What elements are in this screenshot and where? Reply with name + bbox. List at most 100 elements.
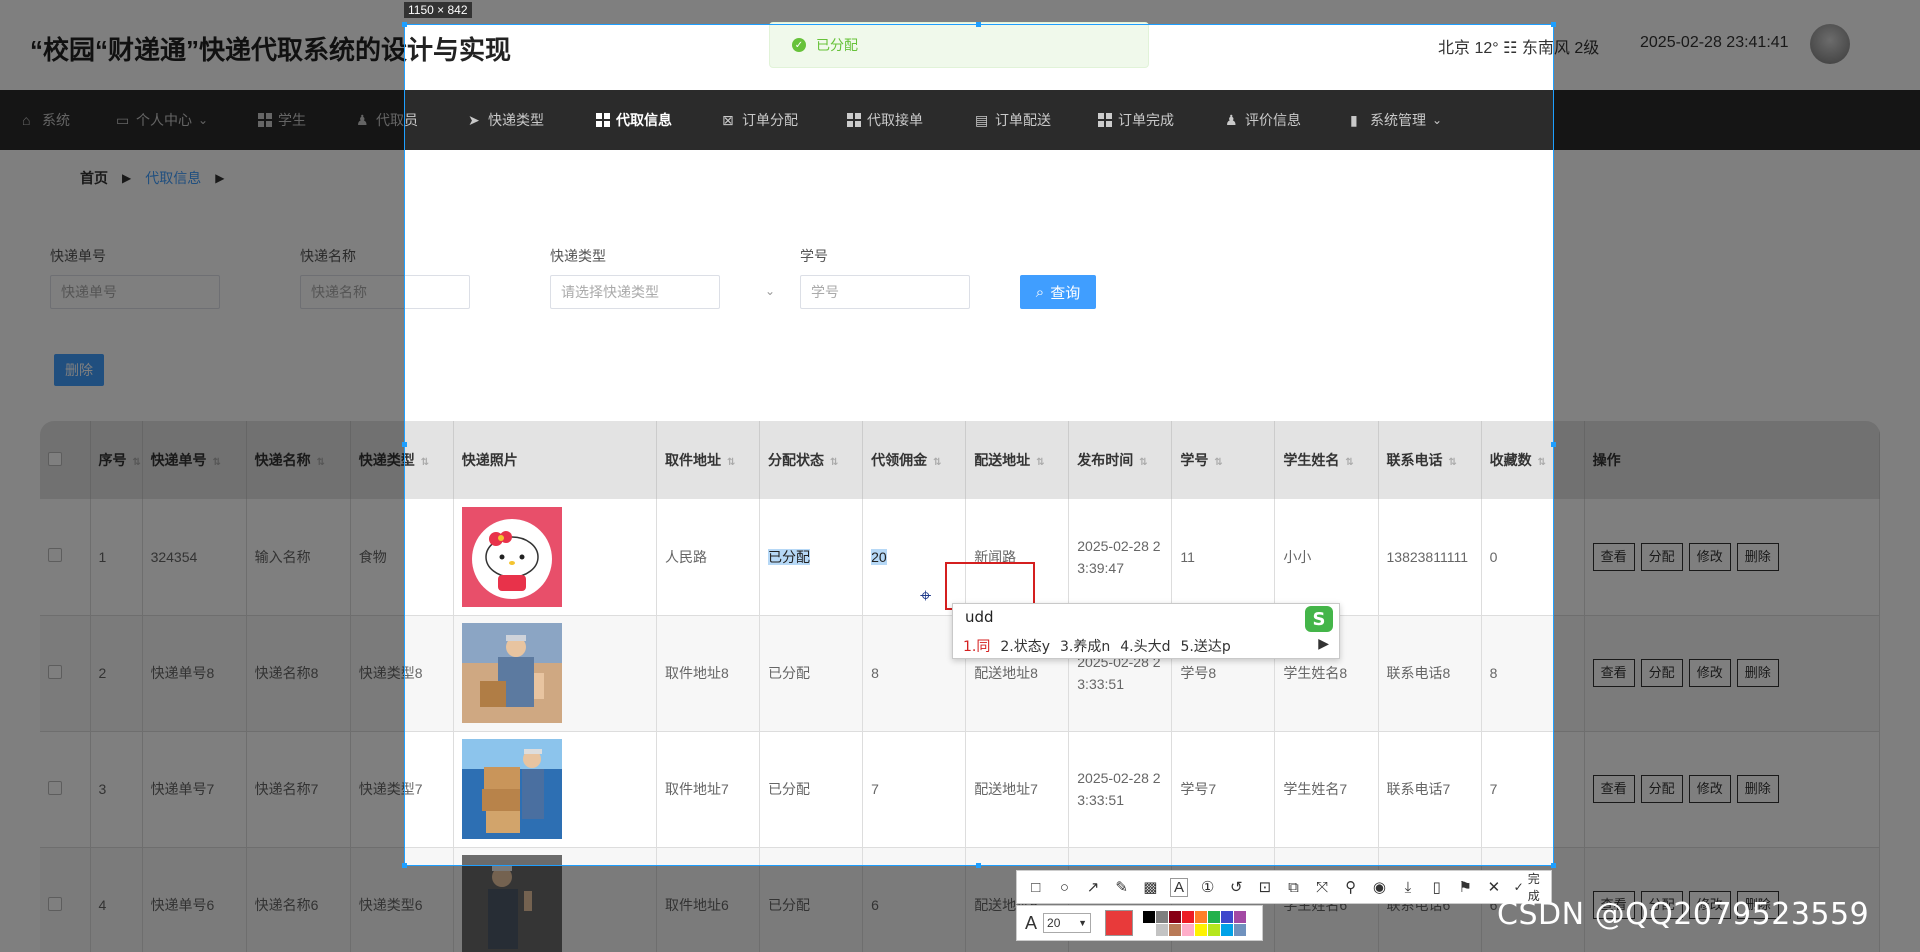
column-header[interactable]: 取件地址 ⇅ bbox=[656, 421, 761, 499]
column-header[interactable]: 发布时间 ⇅ bbox=[1068, 421, 1173, 499]
column-header[interactable]: 学生姓名 ⇅ bbox=[1274, 421, 1379, 499]
arrow-tool-icon[interactable]: ↗ bbox=[1084, 878, 1102, 896]
color-swatch[interactable] bbox=[1195, 923, 1208, 936]
color-swatch[interactable] bbox=[1156, 923, 1169, 936]
color-swatch[interactable] bbox=[1208, 910, 1221, 923]
close-icon[interactable]: ✕ bbox=[1485, 878, 1503, 896]
view-button[interactable]: 查看 bbox=[1592, 775, 1635, 803]
resize-handle[interactable] bbox=[1551, 22, 1556, 27]
undo-icon[interactable]: ↺ bbox=[1227, 878, 1245, 896]
nav-item-5[interactable]: ➤ 快递类型 bbox=[468, 90, 544, 150]
translate-icon[interactable]: ⧉ bbox=[1285, 879, 1303, 896]
color-swatch[interactable] bbox=[1221, 923, 1234, 936]
nav-item-2[interactable]: ▭ 个人中心 ⌄ bbox=[116, 90, 208, 150]
column-header[interactable]: 联系电话 ⇅ bbox=[1378, 421, 1482, 499]
view-button[interactable]: 查看 bbox=[1592, 659, 1635, 687]
edit-button[interactable]: 修改 bbox=[1688, 542, 1731, 571]
assign-button[interactable]: 分配 bbox=[1640, 542, 1683, 571]
name-input[interactable]: 快递名称 bbox=[300, 275, 470, 309]
column-header[interactable]: 快递类型 ⇅ bbox=[350, 421, 454, 499]
breadcrumb-current[interactable]: 代取信息 bbox=[145, 168, 201, 188]
ime-candidate[interactable]: 3.养成n bbox=[1060, 636, 1110, 656]
edit-button[interactable]: 修改 bbox=[1688, 775, 1731, 803]
pen-tool-icon[interactable]: ✎ bbox=[1113, 878, 1131, 896]
ime-candidate[interactable]: 5.送达p bbox=[1181, 636, 1231, 656]
row-checkbox[interactable] bbox=[48, 548, 62, 563]
column-header[interactable]: 代领佣金 ⇅ bbox=[862, 421, 967, 499]
number-tool-icon[interactable]: ① bbox=[1199, 878, 1217, 896]
resize-handle[interactable] bbox=[976, 863, 981, 868]
mosaic-tool-icon[interactable]: ▩ bbox=[1142, 878, 1160, 896]
color-swatch[interactable] bbox=[1182, 910, 1195, 923]
sort-icon[interactable]: ⇅ bbox=[213, 457, 221, 468]
color-swatch[interactable] bbox=[1169, 910, 1182, 923]
sort-icon[interactable]: ⇅ bbox=[421, 457, 429, 468]
nav-item-7[interactable]: ⊠ 订单分配 bbox=[722, 90, 798, 150]
color-swatch[interactable] bbox=[1143, 910, 1156, 923]
ime-candidate[interactable]: 1.同 bbox=[963, 636, 990, 656]
view-button[interactable]: 查看 bbox=[1592, 542, 1635, 571]
color-swatch[interactable] bbox=[1182, 923, 1195, 936]
column-header[interactable]: 配送地址 ⇅ bbox=[965, 421, 1070, 499]
column-header[interactable]: 收藏数 ⇅ bbox=[1481, 421, 1585, 499]
delete-button[interactable]: 删除 bbox=[1736, 659, 1779, 687]
next-page-icon[interactable]: ▶ bbox=[1318, 636, 1329, 652]
nav-item-3[interactable]: 学生 bbox=[258, 90, 306, 150]
sort-icon[interactable]: ⇅ bbox=[727, 457, 735, 468]
current-color-swatch[interactable] bbox=[1105, 910, 1134, 936]
type-select[interactable]: 请选择快递类型 bbox=[550, 275, 720, 309]
nav-item-11[interactable]: ♟ 评价信息 bbox=[1225, 90, 1301, 150]
ocr-icon[interactable]: ⊡ bbox=[1256, 878, 1274, 896]
column-header[interactable]: 快递单号 ⇅ bbox=[142, 421, 247, 499]
resize-handle[interactable] bbox=[402, 863, 407, 868]
ime-candidate[interactable]: 2.状态y bbox=[1000, 636, 1050, 656]
query-button[interactable]: ⌕ 查询 bbox=[1020, 275, 1096, 309]
sort-icon[interactable]: ⇅ bbox=[1345, 457, 1353, 468]
ime-candidate[interactable]: 4.头大d bbox=[1120, 636, 1170, 656]
ellipse-tool-icon[interactable]: ○ bbox=[1056, 879, 1074, 896]
sort-icon[interactable]: ⇅ bbox=[1538, 457, 1546, 468]
phone-icon[interactable]: ▯ bbox=[1428, 878, 1446, 896]
breadcrumb-home[interactable]: 首页 bbox=[80, 168, 108, 188]
sort-icon[interactable]: ⇅ bbox=[1036, 457, 1044, 468]
resize-handle[interactable] bbox=[402, 442, 407, 447]
delete-button[interactable]: 删除 bbox=[1736, 775, 1779, 803]
record-icon[interactable]: ◉ bbox=[1371, 878, 1389, 896]
select-all-checkbox[interactable] bbox=[48, 451, 62, 466]
sort-icon[interactable]: ⇅ bbox=[1139, 457, 1147, 468]
sort-icon[interactable]: ⇅ bbox=[317, 457, 325, 468]
assign-button[interactable]: 分配 bbox=[1640, 775, 1683, 803]
sort-icon[interactable]: ⇅ bbox=[1214, 457, 1222, 468]
color-swatch[interactable] bbox=[1234, 910, 1247, 923]
pin-icon[interactable]: ⚲ bbox=[1342, 878, 1360, 896]
column-header[interactable]: 分配状态 ⇅ bbox=[759, 421, 864, 499]
row-checkbox[interactable] bbox=[48, 664, 62, 679]
sort-icon[interactable]: ⇅ bbox=[1449, 457, 1457, 468]
color-swatch[interactable] bbox=[1208, 923, 1221, 936]
bookmark-icon[interactable]: ⚑ bbox=[1456, 878, 1474, 896]
batch-delete-button[interactable]: 删除 bbox=[54, 354, 104, 386]
resize-handle[interactable] bbox=[976, 22, 981, 27]
color-swatch[interactable] bbox=[1156, 910, 1169, 923]
color-swatch[interactable] bbox=[1221, 910, 1234, 923]
row-checkbox[interactable] bbox=[48, 896, 62, 911]
nav-item-6[interactable]: 代取信息 bbox=[596, 90, 672, 150]
sort-icon[interactable]: ⇅ bbox=[133, 457, 141, 468]
download-icon[interactable]: ⤓ bbox=[1399, 879, 1417, 896]
nav-item-10[interactable]: 订单完成 bbox=[1098, 90, 1174, 150]
color-swatch[interactable] bbox=[1234, 923, 1247, 936]
color-swatch[interactable] bbox=[1195, 910, 1208, 923]
user-avatar[interactable] bbox=[1810, 24, 1850, 64]
column-header[interactable]: 学号 ⇅ bbox=[1171, 421, 1276, 499]
sort-icon[interactable]: ⇅ bbox=[830, 457, 838, 468]
sort-icon[interactable]: ⇅ bbox=[933, 457, 941, 468]
resize-handle[interactable] bbox=[1551, 442, 1556, 447]
nav-item-8[interactable]: 代取接单 bbox=[847, 90, 923, 150]
rectangle-tool-icon[interactable]: □ bbox=[1027, 879, 1045, 896]
assign-button[interactable]: 分配 bbox=[1640, 659, 1683, 687]
column-header[interactable]: 快递名称 ⇅ bbox=[246, 421, 351, 499]
chevron-down-icon[interactable]: ⌄ bbox=[765, 284, 775, 298]
font-size-select[interactable]: 20 ▼ bbox=[1043, 913, 1092, 933]
color-swatch[interactable] bbox=[1143, 923, 1156, 936]
nav-item-1[interactable]: ⌂ 系统 bbox=[22, 90, 70, 150]
